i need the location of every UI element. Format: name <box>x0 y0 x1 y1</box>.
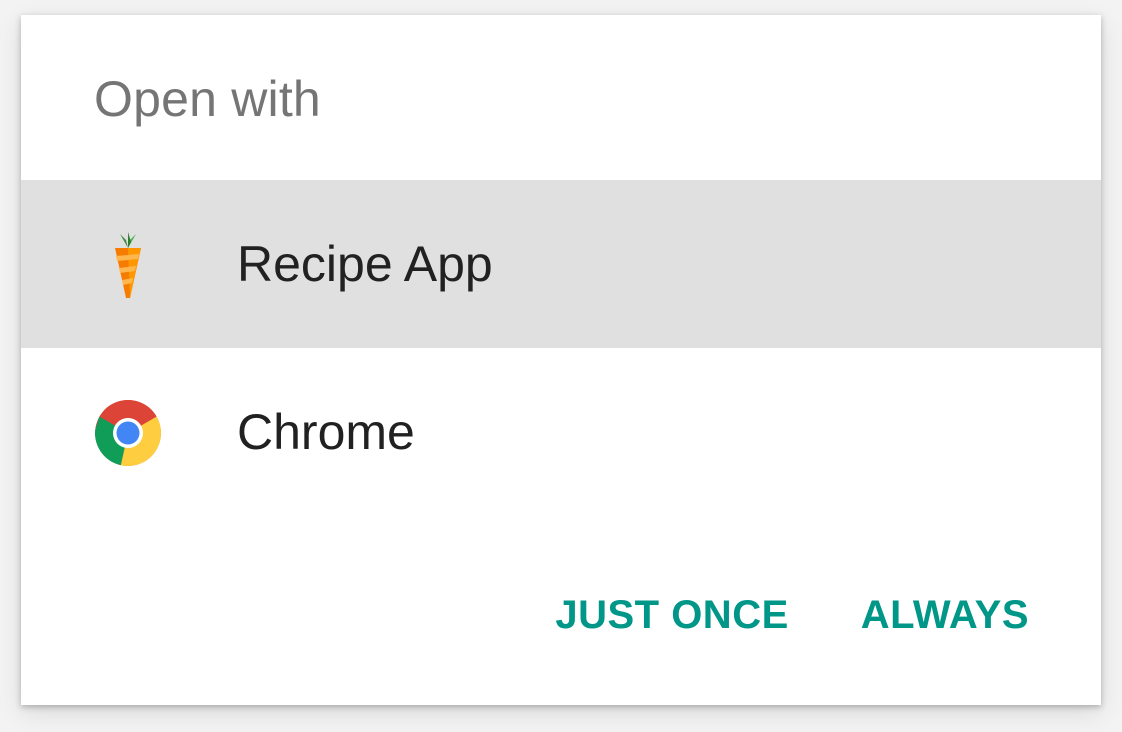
open-with-dialog: Open with Recipe App Chrome JUST ONCE AL… <box>21 15 1101 705</box>
screen: Open with Recipe App Chrome JUST ONCE AL… <box>0 0 1122 732</box>
always-button[interactable]: ALWAYS <box>861 587 1029 643</box>
just-once-button[interactable]: JUST ONCE <box>555 587 788 643</box>
app-label: Chrome <box>237 404 415 460</box>
app-item-recipe-app[interactable]: Recipe App <box>21 180 1101 348</box>
app-label: Recipe App <box>237 236 493 292</box>
chrome-icon <box>93 398 163 468</box>
carrot-icon <box>93 230 163 300</box>
dialog-actions: JUST ONCE ALWAYS <box>555 587 1029 643</box>
dialog-title: Open with <box>94 71 321 127</box>
app-item-chrome[interactable]: Chrome <box>21 348 1101 516</box>
app-list: Recipe App Chrome <box>21 180 1101 516</box>
